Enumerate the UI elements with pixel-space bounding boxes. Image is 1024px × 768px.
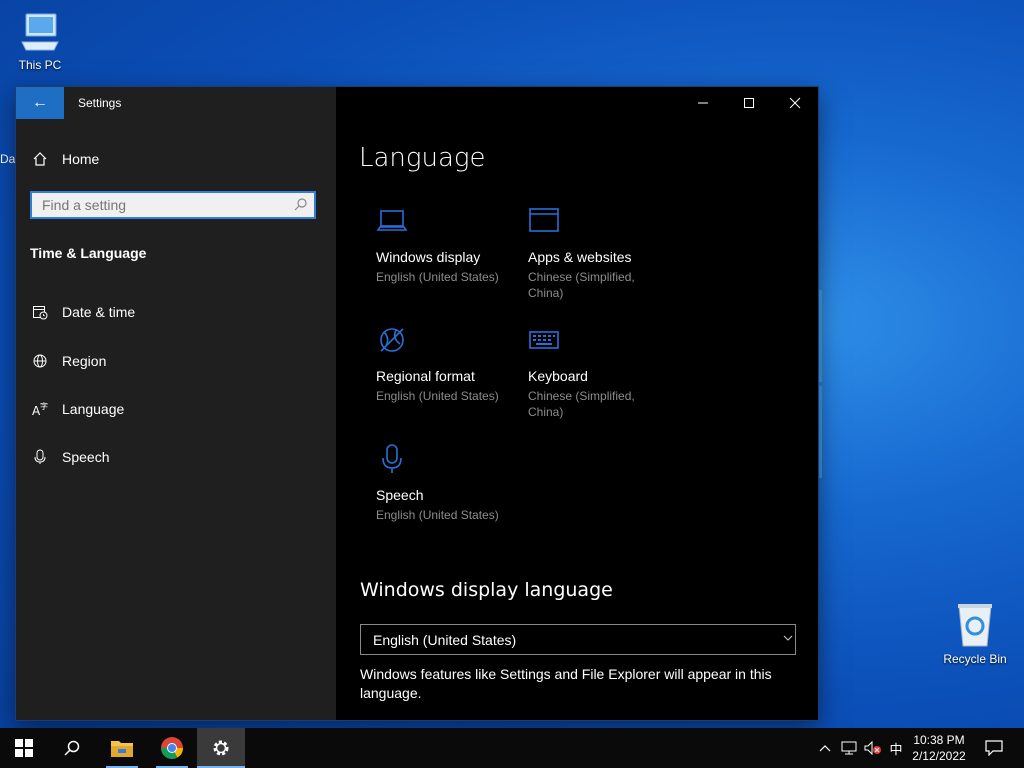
clock-time: 10:38 PM: [913, 733, 965, 747]
recycle-bin-icon: [958, 604, 992, 647]
language-icon: A字: [30, 401, 50, 417]
windows-logo-icon: [15, 739, 33, 757]
settings-sidebar: ← Settings Home Time & Language Date & t…: [16, 87, 336, 720]
sidebar-item-label: Home: [62, 151, 100, 167]
tile-speech[interactable]: Speech English (United States): [376, 443, 526, 523]
laptop-icon: [376, 205, 526, 243]
microphone-icon: [30, 449, 50, 465]
tile-regional-format[interactable]: Regional format English (United States): [376, 324, 526, 404]
taskbar-file-explorer[interactable]: [98, 728, 146, 768]
sidebar-section-heading: Time & Language: [30, 245, 147, 261]
back-button[interactable]: ←: [16, 87, 64, 119]
network-tray-button[interactable]: [838, 728, 860, 768]
volume-muted-icon: [864, 741, 881, 755]
clock[interactable]: 10:38 PM 2/12/2022: [906, 728, 972, 768]
sidebar-item-label: Date & time: [62, 304, 136, 320]
keyboard-icon: [528, 324, 678, 362]
notification-icon: [985, 740, 1003, 756]
tile-title: Speech: [376, 487, 424, 503]
minimize-button[interactable]: [680, 87, 726, 119]
input-method-indicator[interactable]: 中: [885, 728, 907, 768]
chevron-down-icon: [783, 632, 793, 646]
tile-title: Regional format: [376, 368, 475, 384]
search-input[interactable]: [32, 193, 292, 217]
back-arrow-icon: ←: [32, 94, 48, 111]
minimize-icon: [698, 102, 708, 104]
taskbar-search-button[interactable]: [48, 728, 96, 768]
action-center-button[interactable]: [976, 728, 1012, 768]
clock-date: 2/12/2022: [912, 749, 966, 763]
window-title: Settings: [78, 96, 122, 110]
taskbar-settings[interactable]: [197, 728, 245, 768]
this-pc-desktop-icon[interactable]: This PC: [0, 10, 80, 72]
microphone-icon: [376, 443, 526, 481]
settings-window: ← Settings Home Time & Language Date & t…: [16, 87, 818, 720]
search-icon[interactable]: [294, 197, 308, 216]
page-title: Language: [359, 143, 486, 173]
globe-icon: [30, 353, 50, 369]
tile-subtitle: Chinese (Simplified, China): [528, 389, 635, 419]
maximize-icon: [744, 98, 754, 108]
close-icon: [789, 97, 801, 109]
sidebar-item-region[interactable]: Region: [16, 341, 336, 381]
sidebar-item-label: Language: [62, 401, 125, 417]
tile-subtitle: English (United States): [376, 508, 499, 522]
tile-title: Windows display: [376, 249, 481, 265]
sidebar-item-home[interactable]: Home: [16, 139, 336, 179]
tile-subtitle: English (United States): [376, 270, 499, 284]
folder-icon: [111, 741, 133, 757]
start-button[interactable]: [0, 728, 48, 768]
tile-subtitle: Chinese (Simplified, China): [528, 270, 635, 300]
search-field[interactable]: [30, 191, 316, 219]
tile-title: Apps & websites: [528, 249, 632, 265]
sidebar-item-label: Region: [62, 353, 107, 369]
desktop-edge-highlight: [818, 386, 822, 478]
display-language-description: Windows features like Settings and File …: [360, 666, 772, 701]
tile-title: Keyboard: [528, 368, 588, 384]
sidebar-item-date-time[interactable]: Date & time: [16, 292, 336, 332]
taskbar-chrome[interactable]: [148, 728, 196, 768]
desktop-partial-label: Da: [0, 152, 16, 166]
tile-apps-websites[interactable]: Apps & websites Chinese (Simplified, Chi…: [528, 205, 678, 301]
chrome-icon: [161, 737, 183, 759]
calendar-clock-icon: [30, 304, 50, 320]
recycle-bin-desktop-icon[interactable]: Recycle Bin: [935, 602, 1015, 666]
search-icon: [64, 740, 80, 756]
chevron-up-icon: [819, 745, 831, 752]
home-icon: [30, 151, 50, 167]
svg-text:字: 字: [40, 401, 48, 411]
maximize-button[interactable]: [726, 87, 772, 119]
recycle-bin-label: Recycle Bin: [943, 652, 1007, 666]
display-language-dropdown[interactable]: English (United States): [360, 624, 796, 655]
regional-globe-icon: [376, 324, 526, 362]
tile-subtitle: English (United States): [376, 389, 499, 403]
desktop-edge-highlight: [818, 290, 822, 382]
sidebar-item-label: Speech: [62, 449, 110, 465]
browser-window-icon: [528, 205, 678, 243]
taskbar: 中 10:38 PM 2/12/2022: [0, 728, 1024, 768]
sidebar-item-speech[interactable]: Speech: [16, 437, 336, 477]
dropdown-value: English (United States): [373, 631, 517, 648]
gear-icon: [213, 740, 229, 756]
tile-keyboard[interactable]: Keyboard Chinese (Simplified, China): [528, 324, 678, 420]
close-button[interactable]: [772, 87, 818, 119]
sidebar-item-language[interactable]: A字 Language: [16, 389, 336, 429]
show-hidden-icons-button[interactable]: [814, 728, 836, 768]
computer-icon: [21, 13, 59, 51]
this-pc-label: This PC: [18, 58, 62, 72]
tile-windows-display[interactable]: Windows display English (United States): [376, 205, 526, 285]
volume-tray-button[interactable]: [862, 728, 884, 768]
network-icon: [841, 741, 857, 755]
section-heading: Windows display language: [360, 579, 613, 601]
